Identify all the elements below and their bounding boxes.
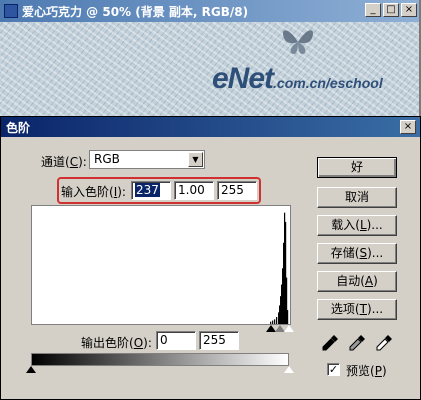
input-levels-label: 输入色阶(I):: [61, 185, 126, 199]
options-button[interactable]: 选项(T)...: [317, 299, 397, 320]
save-button[interactable]: 存储(S)...: [317, 243, 397, 264]
output-black-slider[interactable]: [26, 366, 36, 373]
output-white-field[interactable]: 255: [199, 331, 239, 350]
histogram-bar: [287, 310, 289, 324]
channel-label: 通道(C):: [41, 155, 87, 169]
input-gamma-field[interactable]: 1.00: [174, 181, 214, 200]
histogram-graph: [270, 212, 289, 324]
enet-watermark: eNet.com.cn/eschool: [200, 30, 415, 104]
output-white-slider[interactable]: [284, 366, 294, 373]
histogram-bar: [274, 319, 276, 324]
gray-eyedropper-icon[interactable]: [346, 332, 368, 354]
minimize-button[interactable]: _: [365, 3, 381, 17]
input-black-field[interactable]: 237: [131, 181, 171, 200]
input-black-value: 237: [135, 183, 160, 197]
document-window: 爱心巧克力 @ 50% (背景 副本, RGB/8) _ □ × eNet.co…: [0, 0, 421, 116]
histogram-bar: [276, 317, 278, 324]
load-button[interactable]: 载入(L)...: [317, 215, 397, 236]
output-slider-track: [26, 366, 294, 374]
chevron-down-icon[interactable]: ▼: [188, 152, 203, 167]
input-white-field[interactable]: 255: [217, 181, 257, 200]
input-white-slider[interactable]: [284, 325, 294, 332]
channel-select[interactable]: RGB ▼: [89, 150, 205, 169]
document-title: 爱心巧克力 @ 50% (背景 副本, RGB/8): [22, 5, 249, 19]
ok-button[interactable]: 好: [317, 157, 397, 178]
channel-value: RGB: [94, 152, 120, 166]
histogram-bar: [270, 321, 272, 324]
levels-dialog: 色阶 × 通道(C): RGB ▼ 输入色阶(I): 237 1.00 255 …: [0, 116, 421, 400]
watermark-brand: eNet: [212, 62, 274, 95]
output-levels-label: 输出色阶(O):: [81, 336, 152, 350]
butterfly-icon: [282, 30, 314, 54]
dialog-close-button[interactable]: ×: [400, 120, 416, 134]
watermark-url: .com.cn/eschool: [273, 75, 383, 91]
histogram: [31, 205, 291, 325]
maximize-button[interactable]: □: [383, 3, 399, 17]
photoshop-document-icon: [4, 4, 18, 18]
document-canvas[interactable]: eNet.com.cn/eschool: [0, 22, 419, 116]
white-eyedropper-icon[interactable]: [373, 332, 395, 354]
cancel-button[interactable]: 取消: [317, 187, 397, 208]
black-eyedropper-icon[interactable]: [319, 332, 341, 354]
dialog-titlebar[interactable]: 色阶 ×: [1, 117, 420, 137]
dialog-title: 色阶: [6, 121, 31, 135]
preview-label: 预览(P): [346, 364, 387, 378]
document-titlebar[interactable]: 爱心巧克力 @ 50% (背景 副本, RGB/8) _ □ ×: [0, 0, 419, 22]
auto-button[interactable]: 自动(A): [317, 271, 397, 292]
histogram-bar: [272, 320, 274, 324]
close-document-button[interactable]: ×: [401, 3, 417, 17]
output-black-field[interactable]: 0: [156, 331, 196, 350]
output-gradient-bar: [31, 353, 289, 366]
preview-checkbox[interactable]: ✓: [327, 363, 340, 376]
